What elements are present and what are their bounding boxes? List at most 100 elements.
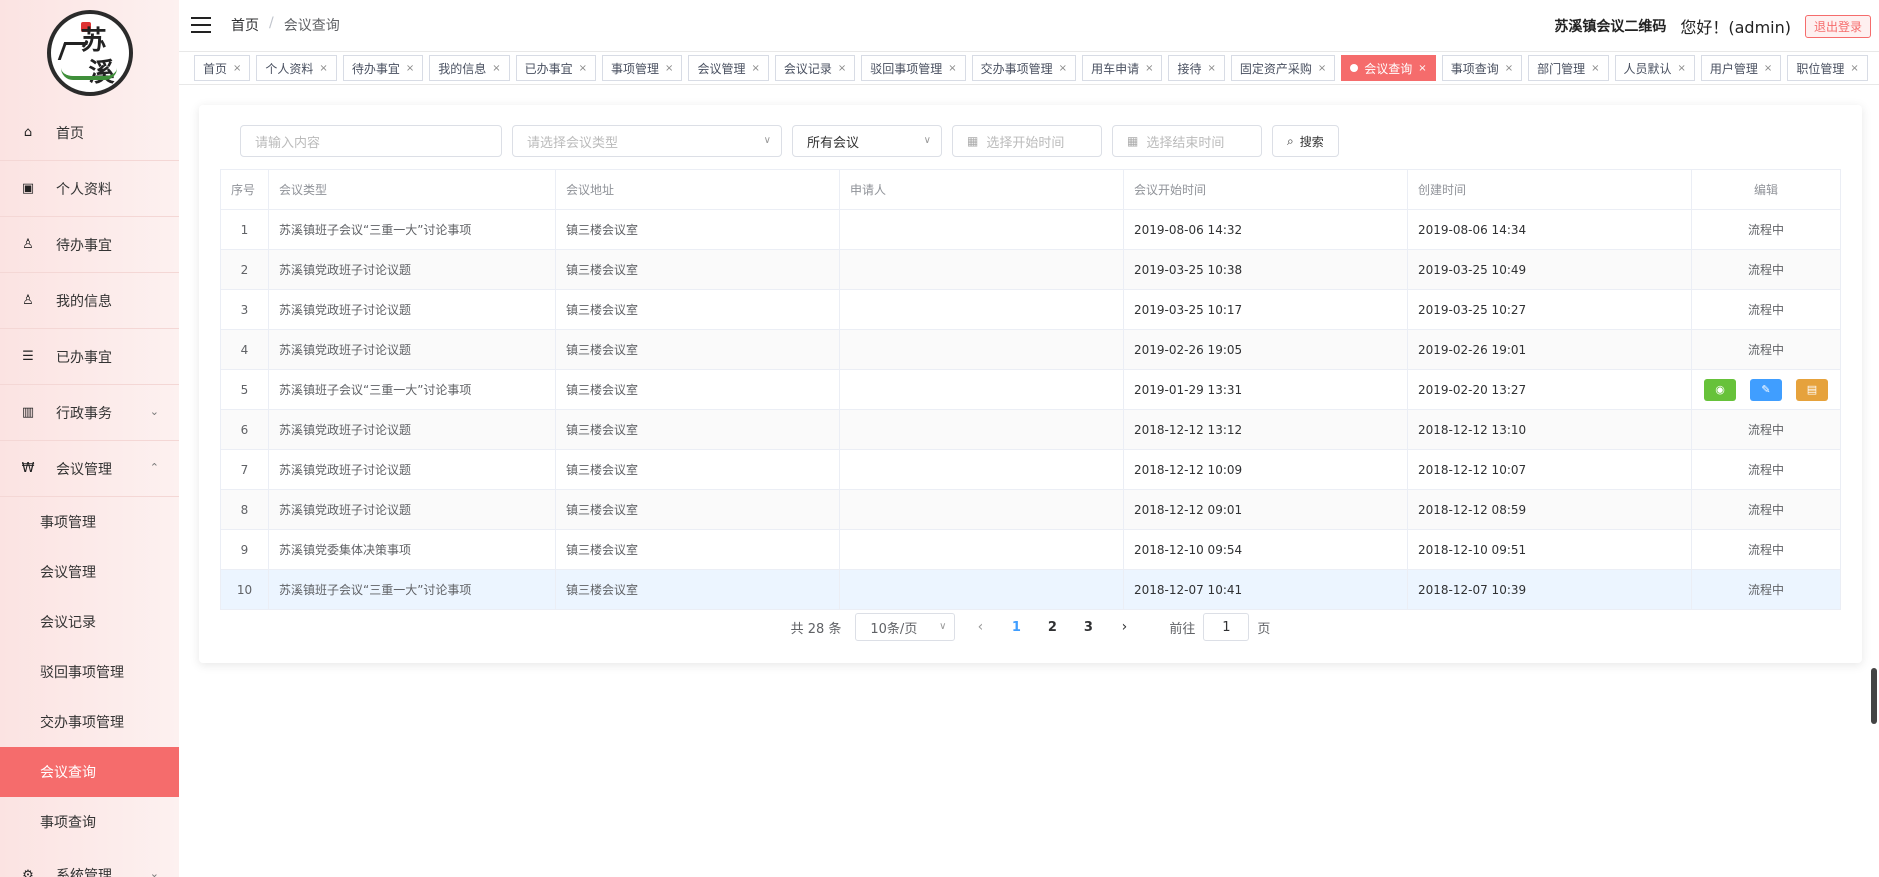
tab-profile[interactable]: 个人资料 × — [256, 55, 337, 81]
sidebar-item-done[interactable]: ☰ 已办事宜 — [0, 329, 179, 385]
table-row[interactable]: 3 苏溪镇党政班子讨论议题 镇三楼会议室 2019-03-25 10:17 2019-0… — [220, 289, 1841, 330]
cell-start-time: 2018-12-12 10:09 — [1123, 449, 1408, 490]
table-row[interactable]: 5 苏溪镇班子会议“三重一大”讨论事项 镇三楼会议室 2019-01-29 13:31… — [220, 369, 1841, 410]
page-size-select[interactable]: 10条/页 ∨ — [855, 613, 956, 641]
close-icon[interactable]: × — [579, 63, 587, 74]
table-row[interactable]: 6 苏溪镇党政班子讨论议题 镇三楼会议室 2018-12-12 13:12 2018-1… — [220, 409, 1841, 450]
tab-my-info[interactable]: 我的信息 × — [429, 55, 510, 81]
tab-matters[interactable]: 事项管理 × — [602, 55, 683, 81]
profile-icon: ▣ — [21, 181, 35, 196]
close-icon[interactable]: × — [1850, 63, 1858, 74]
table-row[interactable]: 10 苏溪镇班子会议“三重一大”讨论事项 镇三楼会议室 2018-12-07 10:4… — [220, 569, 1841, 610]
tab-meeting-records[interactable]: 会议记录 × — [774, 55, 856, 81]
tab-assigned[interactable]: 交办事项管理 × — [971, 55, 1077, 81]
tab-positions[interactable]: 职位管理 × — [1787, 55, 1868, 81]
close-icon[interactable]: × — [1059, 63, 1067, 74]
table-row[interactable]: 7 苏溪镇党政班子讨论议题 镇三楼会议室 2018-12-12 10:09 2018-1… — [220, 449, 1841, 490]
close-icon[interactable]: × — [1207, 63, 1215, 74]
logout-button[interactable]: 退出登录 — [1804, 14, 1871, 38]
tab-meeting-query[interactable]: 会议查询 × — [1341, 55, 1436, 81]
page-2-button[interactable]: 2 — [1041, 620, 1063, 635]
table-row[interactable]: 4 苏溪镇党政班子讨论议题 镇三楼会议室 2019-02-26 19:05 2019-0… — [220, 329, 1841, 370]
submenu-item-matters[interactable]: 事项管理 — [0, 497, 179, 547]
prev-page-icon[interactable]: ‹ — [969, 619, 991, 635]
sidebar-item-admin-affairs[interactable]: ▥ 行政事务 ⌄ — [0, 385, 179, 441]
submenu-item-meetings[interactable]: 会议管理 — [0, 547, 179, 597]
close-icon[interactable]: × — [1505, 63, 1513, 74]
delete-trash-icon[interactable]: ▤ — [1796, 378, 1828, 401]
close-icon[interactable]: × — [492, 63, 500, 74]
tab-reception[interactable]: 接待 × — [1168, 55, 1225, 81]
submenu-item-matter-query[interactable]: 事项查询 — [0, 797, 179, 847]
sidebar-item-label: 个人资料 — [56, 181, 112, 198]
close-icon[interactable]: × — [1418, 63, 1426, 74]
tab-asset-purchase[interactable]: 固定资产采购 × — [1230, 55, 1336, 81]
table-row[interactable]: 1 苏溪镇班子会议“三重一大”讨论事项 镇三楼会议室 2019-08-06 14:32… — [220, 209, 1841, 250]
tab-rejected[interactable]: 驳回事项管理 × — [861, 55, 966, 81]
tab-default-people[interactable]: 人员默认 × — [1614, 55, 1695, 81]
breadcrumb-home[interactable]: 首页 — [231, 15, 259, 35]
table-row[interactable]: 9 苏溪镇党委集体决策事项 镇三楼会议室 2018-12-10 09:54 2018-1… — [220, 529, 1841, 570]
close-icon[interactable]: × — [1591, 63, 1599, 74]
sidebar-item-system[interactable]: ⚙ 系统管理 ⌄ — [0, 847, 179, 877]
close-icon[interactable]: × — [948, 63, 956, 74]
tab-home[interactable]: 首页 × — [194, 55, 251, 81]
close-icon[interactable]: × — [319, 63, 327, 74]
close-icon[interactable]: × — [665, 63, 673, 74]
sidebar-item-home[interactable]: ⌂ 首页 — [0, 105, 179, 161]
meeting-type-select[interactable]: 请选择会议类型 ∨ — [512, 125, 782, 157]
close-icon[interactable]: × — [1678, 63, 1686, 74]
next-page-icon[interactable]: › — [1113, 619, 1135, 635]
tab-users[interactable]: 用户管理 × — [1700, 55, 1782, 81]
cell-type: 苏溪镇党政班子讨论议题 — [268, 489, 556, 530]
close-icon[interactable]: × — [233, 63, 241, 74]
page-3-button[interactable]: 3 — [1077, 620, 1099, 635]
goto-page-input[interactable]: 1 — [1203, 613, 1250, 641]
edit-pencil-icon[interactable]: ✎ — [1750, 378, 1782, 401]
close-icon[interactable]: × — [1764, 63, 1772, 74]
close-icon[interactable]: × — [838, 63, 846, 74]
tab-done[interactable]: 已办事宜 × — [515, 55, 597, 81]
cell-type: 苏溪镇班子会议“三重一大”讨论事项 — [268, 209, 556, 250]
submenu-item-meeting-records[interactable]: 会议记录 — [0, 597, 179, 647]
meeting-table: 序号 会议类型 会议地址 申请人 会议开始时间 创建时间 编辑 1 苏溪镇班子会议… — [220, 169, 1841, 610]
submenu-item-assigned[interactable]: 交办事项管理 — [0, 697, 179, 747]
tab-departments[interactable]: 部门管理 × — [1528, 55, 1609, 81]
meeting-scope-select[interactable]: 所有会议 ∨ — [792, 125, 942, 157]
hamburger-menu-icon[interactable] — [191, 17, 211, 33]
table-row[interactable]: 2 苏溪镇党政班子讨论议题 镇三楼会议室 2019-03-25 10:38 2019-0… — [220, 249, 1841, 290]
page-1-button[interactable]: 1 — [1005, 620, 1027, 635]
close-icon[interactable]: × — [406, 63, 414, 74]
keyword-input[interactable]: 请输入内容 — [240, 125, 502, 157]
search-icon: ⌕ — [1287, 133, 1294, 148]
sidebar-item-label: 行政事务 — [56, 405, 112, 422]
sidebar-item-todo[interactable]: ♙ 待办事宜 — [0, 217, 179, 273]
submenu-item-meeting-query[interactable]: 会议查询 — [0, 747, 179, 797]
close-icon[interactable]: × — [1318, 63, 1326, 74]
submenu-item-rejected[interactable]: 驳回事项管理 — [0, 647, 179, 697]
col-address: 会议地址 — [555, 169, 840, 210]
cell-created-time: 2019-02-26 19:01 — [1407, 329, 1692, 370]
sidebar-item-my-info[interactable]: ♙ 我的信息 — [0, 273, 179, 329]
cell-address: 镇三楼会议室 — [555, 409, 840, 450]
sidebar-item-label: 会议管理 — [56, 461, 112, 478]
tags-view: 首页 × 个人资料 × 待办事宜 × 我的信息 × 已办事宜 × 事项管理 × 会议管理 × … — [179, 51, 1879, 85]
page-scrollbar[interactable] — [1871, 668, 1877, 724]
tab-car-request[interactable]: 用车申请 × — [1082, 55, 1163, 81]
tab-todo[interactable]: 待办事宜 × — [342, 55, 424, 81]
tab-meetings[interactable]: 会议管理 × — [688, 55, 769, 81]
close-icon[interactable]: × — [751, 63, 759, 74]
end-date-picker[interactable]: ▦ 选择结束时间 — [1112, 125, 1262, 157]
close-icon[interactable]: × — [1145, 63, 1153, 74]
sidebar-item-profile[interactable]: ▣ 个人资料 — [0, 161, 179, 217]
search-button[interactable]: ⌕ 搜索 — [1272, 125, 1339, 157]
start-date-picker[interactable]: ▦ 选择开始时间 — [952, 125, 1102, 157]
filter-bar: 请输入内容 请选择会议类型 ∨ 所有会议 ∨ ▦ 选择开始时间 ▦ 选择结束时间… — [240, 125, 1339, 157]
view-eye-icon[interactable]: ◉ — [1704, 378, 1736, 401]
tab-matter-query[interactable]: 事项查询 × — [1441, 55, 1523, 81]
table-row[interactable]: 8 苏溪镇党政班子讨论议题 镇三楼会议室 2018-12-12 09:01 2018-1… — [220, 489, 1841, 530]
qr-code-link[interactable]: 苏溪镇会议二维码 — [1554, 16, 1666, 36]
cell-address: 镇三楼会议室 — [555, 449, 840, 490]
document-done-icon: ☰ — [22, 349, 34, 364]
sidebar-item-meeting-management[interactable]: ₩ 会议管理 ⌃ — [0, 441, 179, 497]
